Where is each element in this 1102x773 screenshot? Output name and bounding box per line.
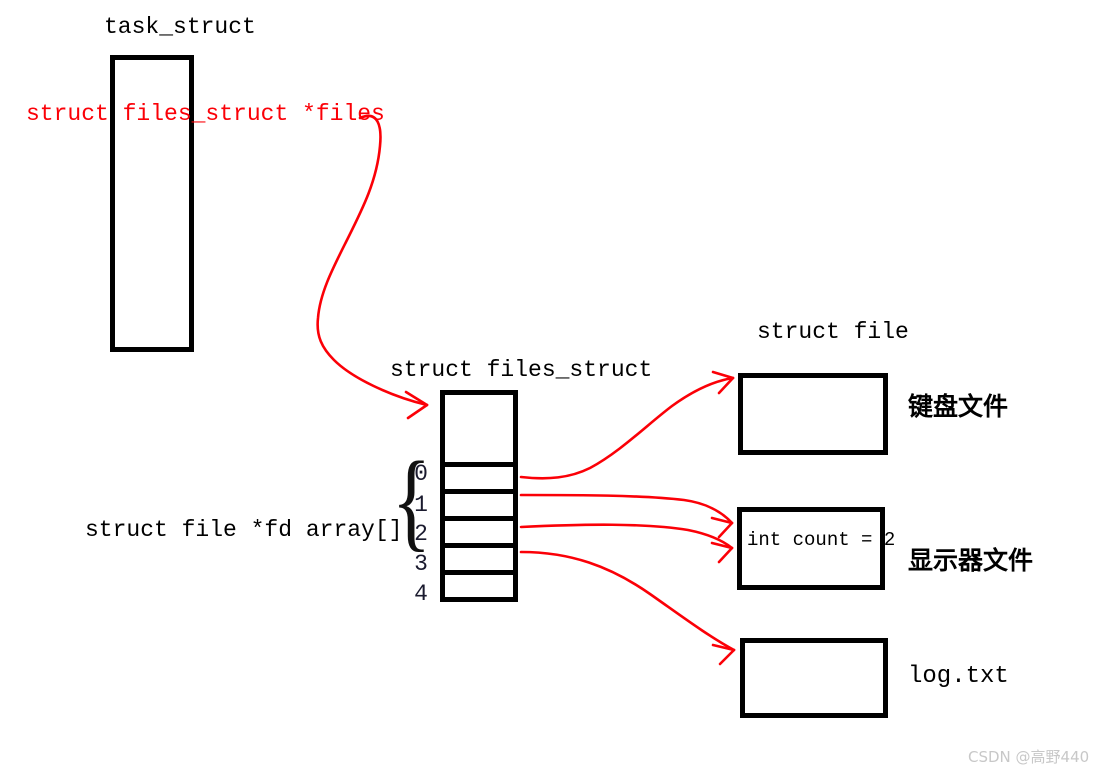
arrow-fd1-to-monitor (519, 493, 734, 525)
task-struct-title: task_struct (104, 14, 256, 40)
file-keyboard-box (738, 373, 888, 455)
arrow-fd2-to-monitor (519, 523, 734, 550)
fd-slot-4 (445, 570, 513, 597)
fd-slot-1 (445, 489, 513, 516)
fd-slot-2 (445, 516, 513, 543)
files-pointer-label: struct files_struct *files (26, 101, 385, 127)
arrow-fd0-to-keyboard-head-b (717, 376, 735, 395)
arrow-fd1-to-monitor-head-b (717, 521, 734, 539)
files-struct-title: struct files_struct (390, 357, 653, 383)
fd-slot-0 (445, 462, 513, 489)
files-struct-header-cell (445, 395, 513, 462)
fd-array-label: struct file *fd array[] (85, 517, 403, 543)
file-log-label: log.txt (908, 663, 1009, 690)
arrow-fd0-to-keyboard-head-a (711, 370, 735, 380)
arrow-fd3-to-log-head-b (718, 648, 736, 666)
fd-array-table (440, 390, 518, 602)
file-monitor-label: 显示器文件 (908, 546, 1034, 575)
file-keyboard-label: 键盘文件 (908, 392, 1009, 421)
arrow-fd3-to-log (519, 550, 736, 652)
arrow-files-to-files-struct-head-a (404, 390, 429, 407)
arrow-fd1-to-monitor-head-a (710, 516, 734, 525)
arrow-fd2-to-monitor-head-a (710, 541, 734, 550)
arrow-fd3-to-log-head-a (711, 643, 736, 652)
file-log-box (740, 638, 888, 718)
fd-slot-3 (445, 543, 513, 570)
arrow-fd0-to-keyboard (519, 376, 735, 480)
fd-index-4: 4 (414, 581, 428, 607)
arrow-fd2-to-monitor-head-b (717, 546, 734, 564)
diagram-canvas: task_struct struct files_struct *files s… (0, 0, 1102, 773)
watermark: CSDN @高野440 (968, 748, 1090, 766)
file-monitor-content: int count = 2 (747, 529, 896, 551)
task-struct-box (110, 55, 194, 352)
struct-file-title: struct file (757, 319, 909, 345)
arrow-files-to-files-struct-head-b (406, 403, 429, 420)
